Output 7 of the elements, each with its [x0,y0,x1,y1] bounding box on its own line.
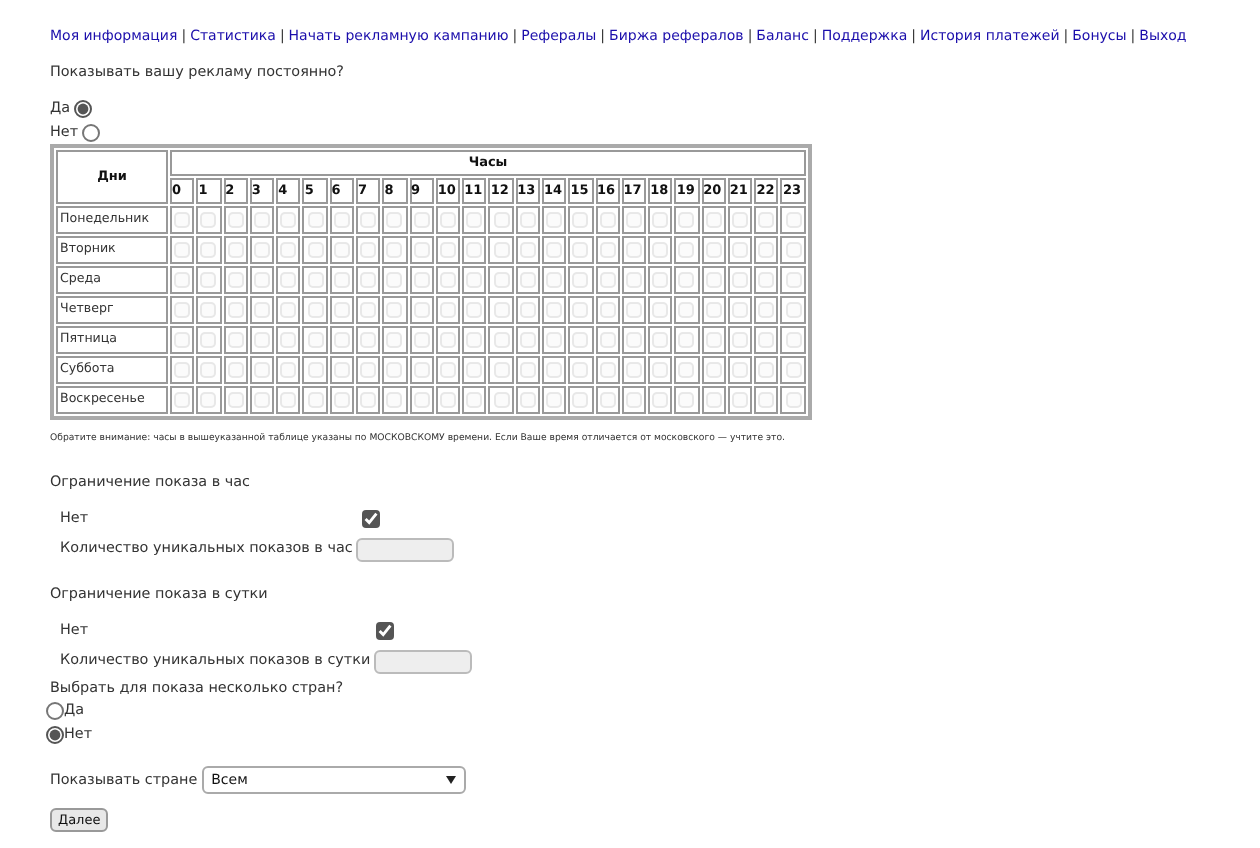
checkbox[interactable] [362,510,380,529]
radio-button[interactable] [74,99,93,117]
checkbox[interactable] [376,622,394,641]
radio-button[interactable] [82,123,101,141]
caret-icon [445,776,456,785]
radio-button[interactable] [46,702,64,721]
radio-button[interactable] [46,726,64,745]
